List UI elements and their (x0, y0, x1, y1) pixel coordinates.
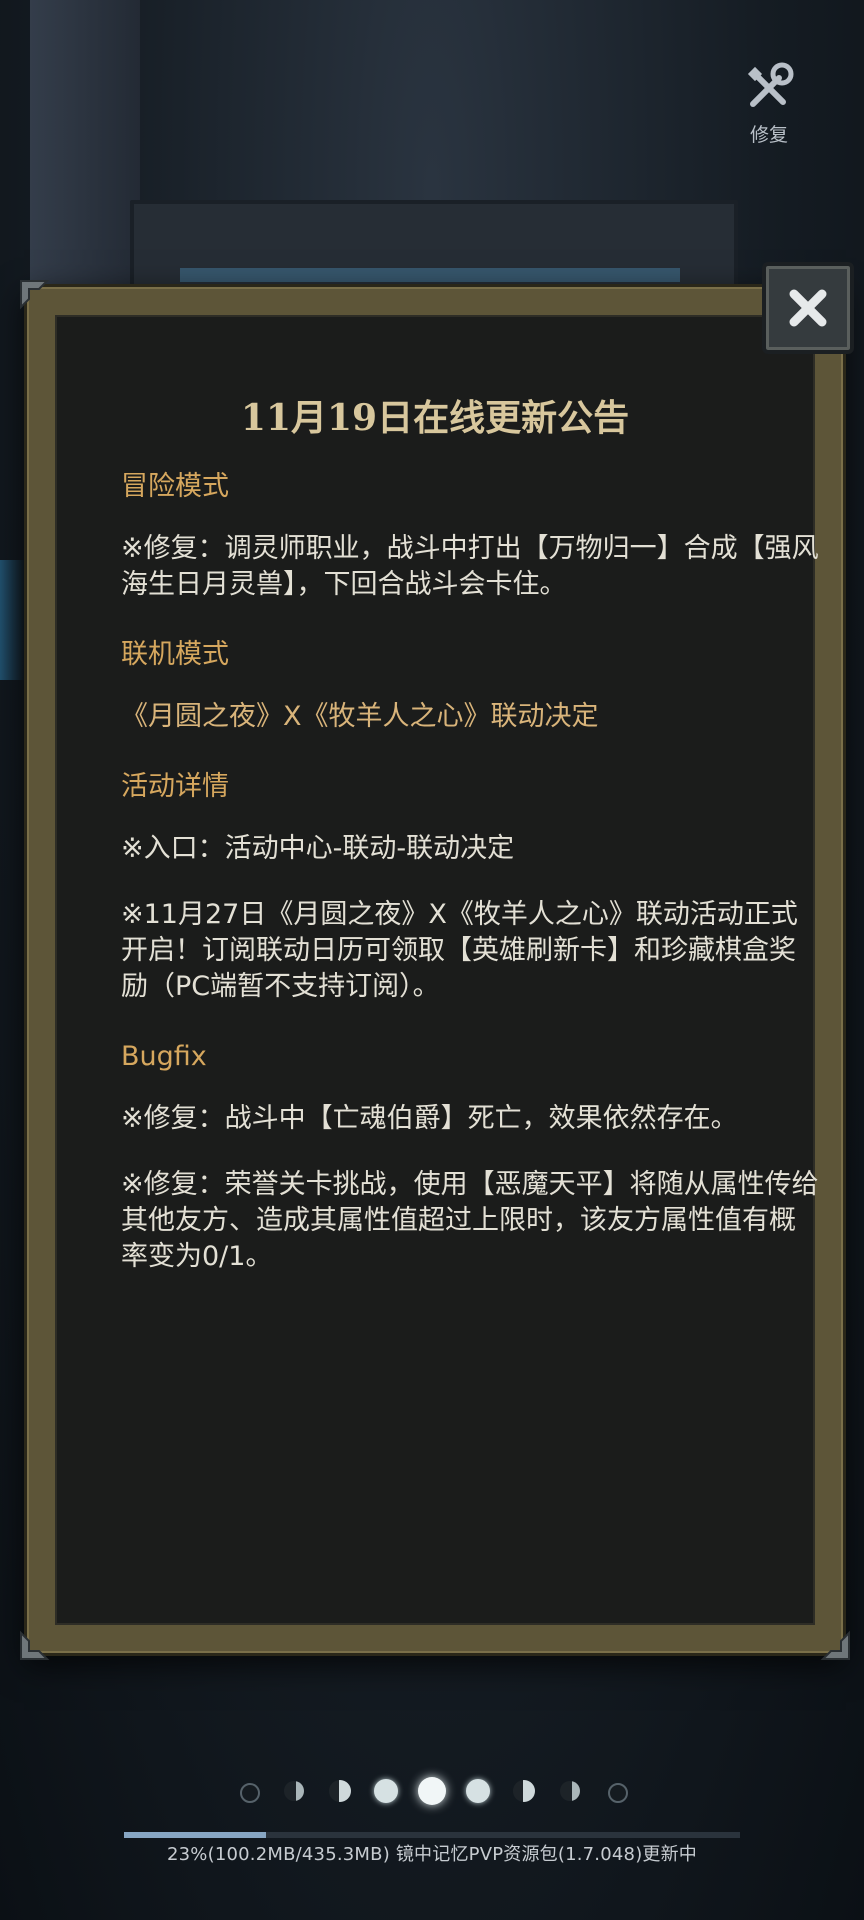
page-dot (608, 1783, 628, 1803)
section-online-mode: 联机模式 《月圆之夜》X《牧羊人之心》联动决定 (121, 633, 821, 735)
section-heading: 冒险模式 (121, 471, 229, 502)
loading-page-indicator (0, 1776, 864, 1806)
wrench-screwdriver-icon (747, 62, 794, 107)
download-status-text: 23%(100.2MB/435.3MB) 镜中记忆PVP资源包(1.7.048)… (166, 1844, 698, 1865)
section-heading: 联机模式 (121, 639, 229, 670)
background-window-light (180, 268, 680, 282)
section-bugfix: Bugfix ※修复：战斗中【亡魂伯爵】死亡，效果依然存在。 ※修复：荣誉关卡挑… (121, 1035, 821, 1275)
corner-ornament-icon (19, 1627, 53, 1661)
announcement-title: 11月19日在线更新公告 (240, 397, 630, 439)
page-dot (329, 1780, 351, 1802)
section-paragraph: ※修复：战斗中【亡魂伯爵】死亡，效果依然存在。 (121, 1103, 738, 1134)
page-dot (374, 1779, 398, 1803)
page-dot-active (418, 1777, 446, 1805)
close-icon (789, 289, 827, 327)
announcement-content-area[interactable]: 11月19日在线更新公告 冒险模式 ※修复：调灵师职业，战斗中打出【万物归一】合… (55, 315, 819, 1625)
section-event-details: 活动详情 ※入口：活动中心-联动-联动决定 ※11月27日《月圆之夜》X《牧羊人… (121, 765, 821, 1005)
announcement-panel: 11月19日在线更新公告 冒险模式 ※修复：调灵师职业，战斗中打出【万物归一】合… (20, 280, 850, 1660)
page-dot (560, 1781, 580, 1801)
section-paragraph: ※修复：荣誉关卡挑战，使用【恶魔天平】将随从属性传给其他友方、造成其属性值超过上… (121, 1169, 819, 1272)
page-dot (513, 1780, 535, 1802)
section-paragraph: ※修复：调灵师职业，战斗中打出【万物归一】合成【强风海生日月灵兽】，下回合战斗会… (121, 533, 819, 600)
background-blue-glow (0, 560, 26, 680)
repair-button[interactable]: 修复 (736, 60, 802, 148)
close-button[interactable] (762, 262, 854, 354)
background-curtain (30, 0, 140, 300)
repair-label: 修复 (749, 124, 788, 146)
section-heading: 活动详情 (121, 771, 229, 802)
page-dot (284, 1781, 304, 1801)
download-progress-fill (124, 1832, 266, 1838)
section-adventure-mode: 冒险模式 ※修复：调灵师职业，战斗中打出【万物归一】合成【强风海生日月灵兽】，下… (121, 465, 821, 603)
section-paragraph: ※入口：活动中心-联动-联动决定 (121, 833, 515, 864)
corner-ornament-icon (817, 1627, 851, 1661)
page-dot (466, 1779, 490, 1803)
section-heading: Bugfix (121, 1041, 207, 1072)
section-paragraph: ※11月27日《月圆之夜》X《牧羊人之心》联动活动正式开启！订阅联动日历可领取【… (121, 899, 798, 1002)
corner-ornament-icon (19, 279, 53, 313)
announcement-body: 冒险模式 ※修复：调灵师职业，战斗中打出【万物归一】合成【强风海生日月灵兽】，下… (121, 465, 821, 1305)
page-dot (240, 1783, 260, 1803)
section-paragraph: 《月圆之夜》X《牧羊人之心》联动决定 (121, 701, 599, 732)
download-progress-bar (124, 1832, 740, 1838)
